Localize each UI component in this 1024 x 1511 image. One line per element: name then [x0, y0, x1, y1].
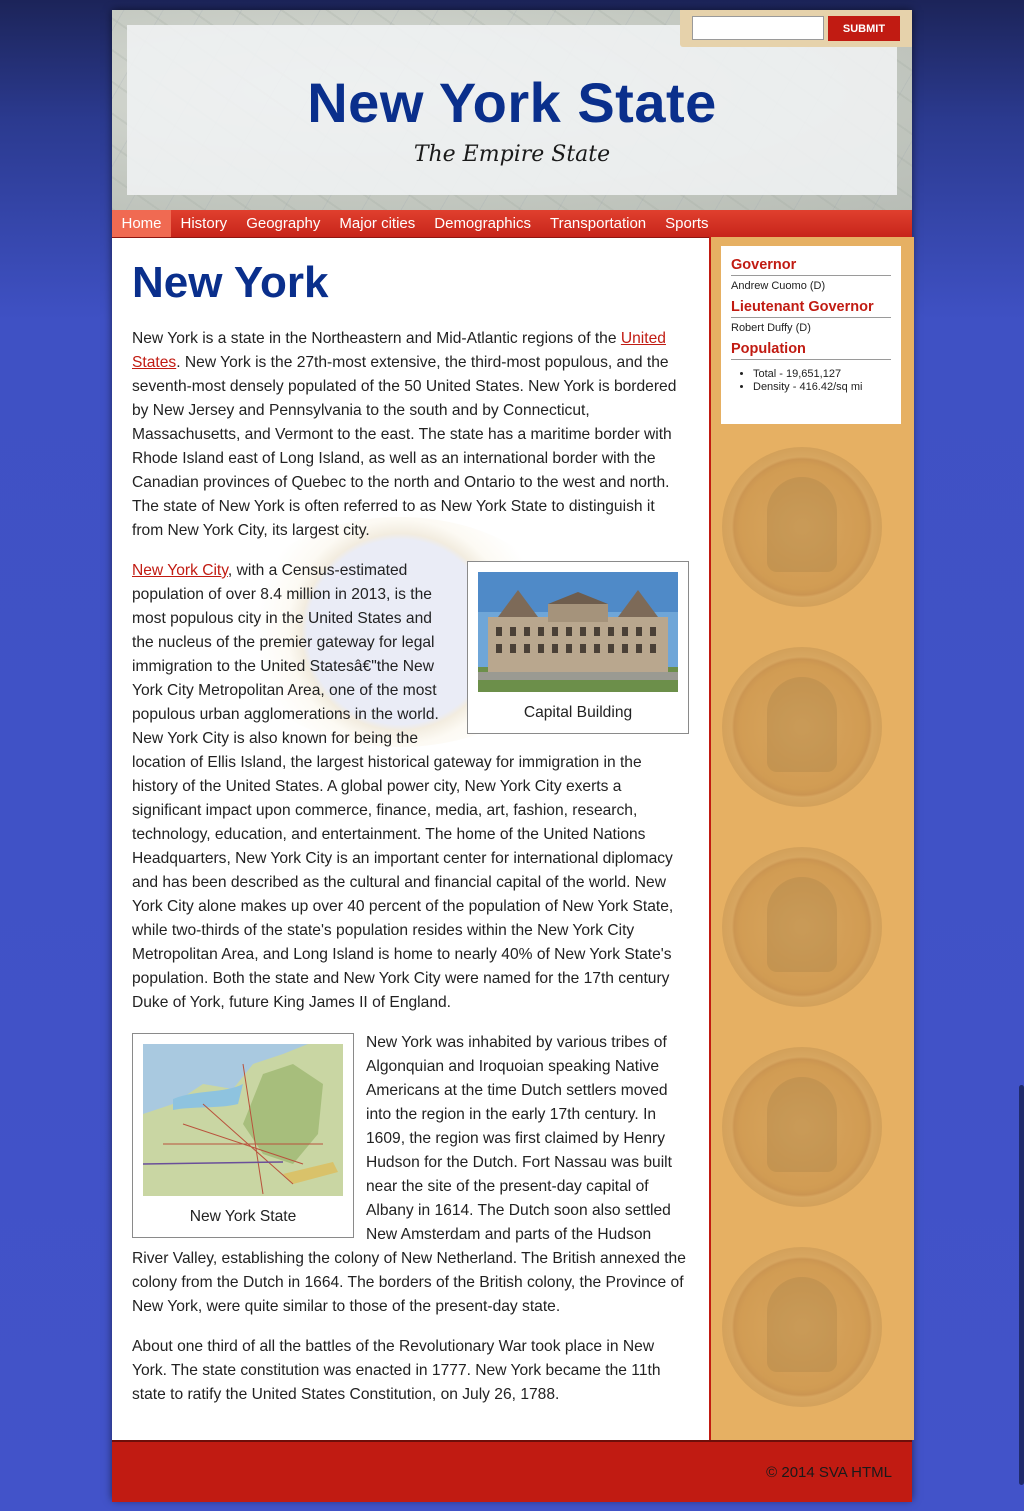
intro-paragraph: New York is a state in the Northeastern …	[132, 327, 689, 543]
state-seal-image	[722, 647, 882, 807]
population-total: Total - 19,651,127	[753, 368, 901, 381]
figure-caption: Capital Building	[523, 704, 633, 721]
page-wrapper: New York State The Empire State SUBMIT H…	[112, 10, 914, 1502]
population-density: Density - 416.42/sq mi	[753, 381, 901, 394]
lt-governor-value: Robert Duffy (D)	[731, 322, 811, 334]
new-york-city-link[interactable]: New York City	[132, 562, 228, 579]
site-title: New York State	[307, 71, 717, 134]
nav-item-demographics[interactable]: Demographics	[425, 210, 541, 237]
nav-item-geography[interactable]: Geography	[237, 210, 330, 237]
sidebar: Governor Andrew Cuomo (D) Lieutenant Gov…	[709, 237, 914, 1440]
footer-copyright: © 2014 SVA HTML	[766, 1464, 892, 1481]
nav-item-history[interactable]: History	[171, 210, 237, 237]
nav-item-sports[interactable]: Sports	[656, 210, 718, 237]
scrollbar-thumb[interactable]	[1019, 1085, 1024, 1485]
capital-building-figure: Capital Building	[467, 561, 689, 734]
site-tagline: The Empire State	[413, 142, 611, 167]
state-map-figure: New York State	[132, 1033, 354, 1238]
population-heading: Population	[731, 334, 891, 360]
submit-button[interactable]: SUBMIT	[828, 16, 900, 41]
population-list: Total - 19,651,127 Density - 416.42/sq m…	[721, 368, 901, 394]
main-nav: Home History Geography Major cities Demo…	[112, 210, 912, 238]
nav-item-major-cities[interactable]: Major cities	[330, 210, 425, 237]
page-heading: New York	[132, 258, 329, 307]
site-header: New York State The Empire State SUBMIT	[112, 10, 912, 210]
search-form: SUBMIT	[680, 10, 912, 47]
state-seal-image	[722, 447, 882, 607]
revolution-paragraph: About one third of all the battles of th…	[132, 1338, 661, 1403]
governor-heading: Governor	[731, 246, 891, 276]
state-seal-image	[722, 1247, 882, 1407]
state-seal-image	[722, 847, 882, 1007]
text-span: . New York is the 27th-most extensive, t…	[132, 354, 677, 539]
text-span: New York is a state in the Northeastern …	[132, 330, 621, 347]
site-footer: © 2014 SVA HTML	[112, 1440, 912, 1502]
capital-building-image	[478, 572, 678, 692]
figure-caption: New York State	[189, 1208, 297, 1225]
state-seal-image	[722, 1047, 882, 1207]
state-info-box: Governor Andrew Cuomo (D) Lieutenant Gov…	[721, 246, 901, 424]
governor-value: Andrew Cuomo (D)	[731, 280, 826, 292]
search-input[interactable]	[692, 16, 824, 40]
nav-item-transportation[interactable]: Transportation	[540, 210, 655, 237]
state-map-image	[142, 1044, 343, 1196]
lt-governor-heading: Lieutenant Governor	[731, 292, 891, 318]
nav-item-home[interactable]: Home	[112, 210, 172, 237]
main-content: New York New York is a state in the Nort…	[132, 237, 689, 1423]
